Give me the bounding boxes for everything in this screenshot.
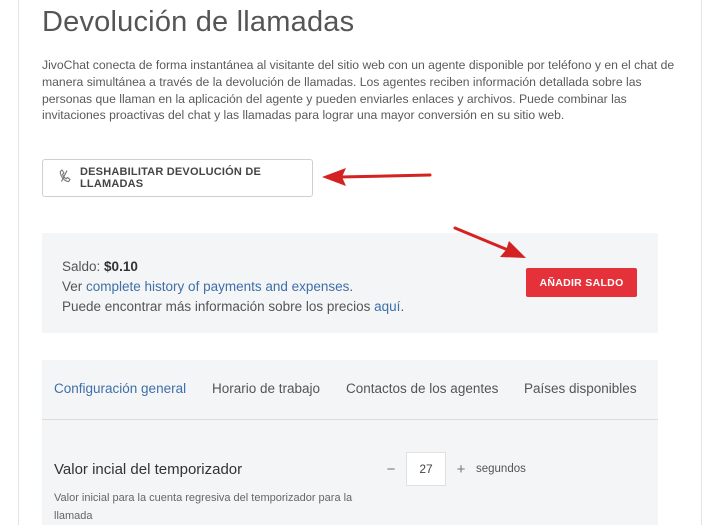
prices-suffix: . bbox=[400, 299, 405, 314]
disable-callback-label: DESHABILITAR DEVOLUCIÓN DE LLAMADAS bbox=[80, 166, 262, 190]
prices-line: Puede encontrar más información sobre lo… bbox=[62, 297, 404, 317]
timer-label: Valor incial del temporizador bbox=[54, 461, 243, 478]
page-description: JivoChat conecta de forma instantánea al… bbox=[42, 58, 675, 123]
balance-label: Saldo: bbox=[62, 259, 101, 274]
timer-help-text: Valor inicial para la cuenta regresiva d… bbox=[54, 492, 353, 522]
add-balance-label: AÑADIR SALDO bbox=[539, 276, 624, 289]
tab-working-hours[interactable]: Horario de trabajo bbox=[212, 381, 320, 396]
prices-prefix: Puede encontrar más información sobre lo… bbox=[62, 299, 375, 314]
prices-link[interactable]: aquí bbox=[374, 299, 400, 314]
decrement-button[interactable]: − bbox=[382, 461, 400, 478]
phone-icon bbox=[59, 168, 71, 188]
page-title: Devolución de llamadas bbox=[42, 6, 355, 38]
history-suffix: . bbox=[349, 279, 354, 294]
balance-line: Saldo: $0.10 bbox=[62, 257, 404, 277]
timer-stepper: − 27 + segundos bbox=[382, 452, 526, 486]
tab-agent-contacts[interactable]: Contactos de los agentes bbox=[346, 381, 498, 396]
history-line: Ver complete history of payments and exp… bbox=[62, 277, 404, 297]
timer-value-input[interactable]: 27 bbox=[406, 452, 446, 486]
balance-info: Saldo: $0.10 Ver complete history of pay… bbox=[62, 257, 404, 317]
timer-unit: segundos bbox=[476, 463, 526, 475]
disable-callback-button[interactable]: DESHABILITAR DEVOLUCIÓN DE LLAMADAS bbox=[42, 159, 313, 197]
balance-amount: $0.10 bbox=[104, 259, 138, 274]
history-link[interactable]: complete history of payments and expense… bbox=[86, 279, 349, 294]
history-prefix: Ver bbox=[62, 279, 87, 294]
settings-panel: Configuración general Horario de trabajo… bbox=[42, 360, 658, 525]
tab-general-settings[interactable]: Configuración general bbox=[54, 381, 186, 396]
tab-available-countries[interactable]: Países disponibles bbox=[524, 381, 637, 396]
add-balance-button[interactable]: AÑADIR SALDO bbox=[526, 268, 637, 297]
balance-panel: Saldo: $0.10 Ver complete history of pay… bbox=[42, 233, 658, 333]
increment-button[interactable]: + bbox=[452, 461, 470, 478]
settings-tabs: Configuración general Horario de trabajo… bbox=[42, 360, 658, 420]
